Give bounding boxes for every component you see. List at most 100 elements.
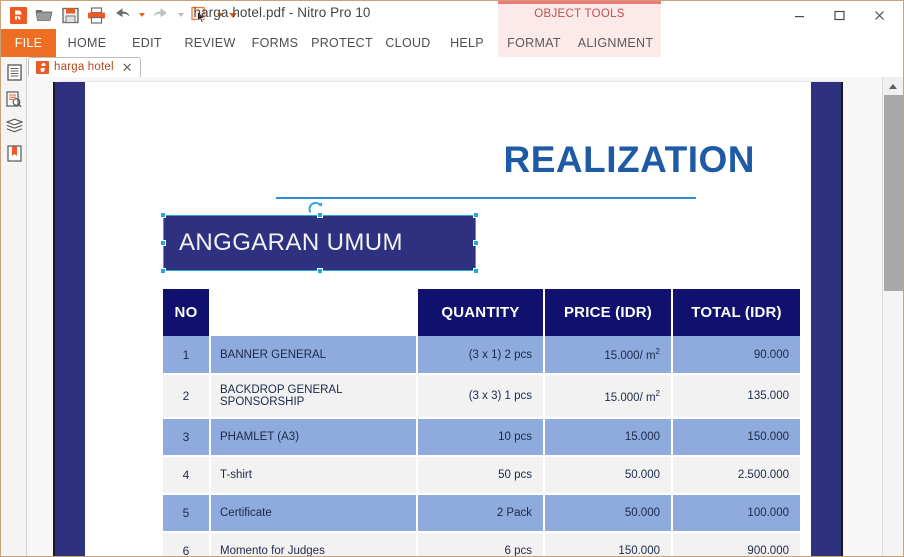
- bookmarks-panel-icon: [6, 144, 22, 162]
- cell-item: BACKDROP GENERAL SPONSORSHIP: [210, 374, 418, 419]
- tab-alignment[interactable]: ALIGNMENT: [570, 29, 661, 57]
- close-button[interactable]: [859, 2, 899, 28]
- table-row: 2 BACKDROP GENERAL SPONSORSHIP (3 x 3) 1…: [163, 374, 800, 419]
- tab-home[interactable]: HOME: [56, 29, 118, 57]
- resize-handle-ne[interactable]: [473, 212, 479, 218]
- page-frame-right: [811, 82, 841, 556]
- select-tool-icon[interactable]: [187, 3, 213, 27]
- cell-total: 135.000: [672, 374, 800, 419]
- nitro-pro-window: harga hotel.pdf - Nitro Pro 10 OBJECT TO…: [0, 0, 904, 557]
- cell-item: T-shirt: [210, 456, 418, 495]
- cell-total: 90.000: [672, 336, 800, 375]
- cell-price-text: 15.000/ m: [604, 391, 656, 404]
- cell-item: Momento for Judges: [210, 532, 418, 556]
- cell-price-superscript: 2: [655, 388, 660, 398]
- cell-price: 15.000/ m2: [544, 336, 673, 375]
- navigation-rail: [1, 57, 27, 556]
- resize-handle-w[interactable]: [160, 240, 166, 246]
- title-underline: [276, 197, 696, 199]
- resize-handle-e[interactable]: [473, 240, 479, 246]
- undo-icon[interactable]: [109, 3, 135, 27]
- cell-quantity: (3 x 1) 2 pcs: [417, 336, 545, 375]
- tab-edit[interactable]: EDIT: [118, 29, 176, 57]
- resize-handle-sw[interactable]: [160, 268, 166, 274]
- scrollbar-thumb[interactable]: [884, 95, 903, 291]
- tab-protect[interactable]: PROTECT: [306, 29, 378, 57]
- pdf-file-icon: [36, 60, 49, 74]
- cell-total: 100.000: [672, 494, 800, 533]
- tab-help[interactable]: HELP: [438, 29, 496, 57]
- close-icon[interactable]: ✕: [122, 61, 133, 74]
- cell-quantity: 50 pcs: [417, 456, 545, 495]
- context-group-label: OBJECT TOOLS: [534, 8, 625, 20]
- tab-file[interactable]: FILE: [1, 29, 56, 57]
- column-header-quantity: QUANTITY: [417, 289, 545, 336]
- page-frame-edge-right: [841, 82, 843, 556]
- redo-icon[interactable]: [148, 3, 174, 27]
- table-body: 1 BANNER GENERAL (3 x 1) 2 pcs 15.000/ m…: [163, 336, 800, 556]
- cell-item: Certificate: [210, 494, 418, 533]
- resize-handle-se[interactable]: [473, 268, 479, 274]
- tab-review[interactable]: REVIEW: [176, 29, 244, 57]
- save-icon[interactable]: [57, 3, 83, 27]
- cell-price: 50.000: [544, 494, 673, 533]
- table-row: 5 Certificate 2 Pack 50.000 100.000: [163, 494, 800, 533]
- quick-access-toolbar: [5, 3, 239, 27]
- selected-text-box[interactable]: ANGGARAN UMUM: [160, 212, 479, 274]
- cell-no: 6: [163, 532, 211, 556]
- table-row: 1 BANNER GENERAL (3 x 1) 2 pcs 15.000/ m…: [163, 336, 800, 375]
- column-header-total: TOTAL (IDR): [672, 289, 800, 336]
- cell-quantity: 6 pcs: [417, 532, 545, 556]
- cell-total: 2.500.000: [672, 456, 800, 495]
- document-viewer: REALIZATION ANGGARAN UMUM NO QUANTITY PR…: [27, 77, 882, 556]
- page-title: REALIZATION: [503, 139, 755, 180]
- nitro-logo-icon[interactable]: [5, 3, 31, 27]
- cell-quantity: (3 x 3) 1 pcs: [417, 374, 545, 419]
- sidebar-item-pages[interactable]: [1, 60, 27, 84]
- maximize-button[interactable]: [819, 2, 859, 28]
- chevron-up-icon: [889, 83, 897, 89]
- document-tab-strip: harga hotel ✕: [1, 57, 903, 78]
- sidebar-item-review[interactable]: [1, 87, 27, 111]
- table-row: 6 Momento for Judges 6 pcs 150.000 900.0…: [163, 532, 800, 556]
- cell-price: 50.000: [544, 456, 673, 495]
- cell-item: BANNER GENERAL: [210, 336, 418, 375]
- cell-no: 4: [163, 456, 211, 495]
- review-panel-icon: [6, 90, 22, 107]
- ribbon-main-tabs: FILE HOME EDIT REVIEW FORMS PROTECT CLOU…: [1, 29, 496, 57]
- cell-price: 15.000: [544, 418, 673, 457]
- cell-no: 5: [163, 494, 211, 533]
- object-tools-tabs: FORMAT ALIGNMENT: [498, 29, 661, 57]
- tab-forms[interactable]: FORMS: [244, 29, 306, 57]
- page-frame-left: [55, 82, 85, 556]
- tab-format[interactable]: FORMAT: [498, 29, 570, 57]
- resize-handle-nw[interactable]: [160, 212, 166, 218]
- cell-item: PHAMLET (A3): [210, 418, 418, 457]
- title-bar: harga hotel.pdf - Nitro Pro 10 OBJECT TO…: [1, 1, 903, 29]
- scroll-up-button[interactable]: [883, 77, 903, 95]
- selected-box-text: ANGGARAN UMUM: [179, 229, 403, 256]
- redo-dropdown-icon[interactable]: [174, 3, 187, 27]
- table-row: 3 PHAMLET (A3) 10 pcs 15.000 150.000: [163, 418, 800, 457]
- cell-price: 15.000/ m2: [544, 374, 673, 419]
- cell-total: 150.000: [672, 418, 800, 457]
- print-icon[interactable]: [83, 3, 109, 27]
- slide-content: REALIZATION ANGGARAN UMUM NO QUANTITY PR…: [85, 82, 811, 556]
- resize-handle-s[interactable]: [316, 268, 323, 274]
- resize-handle-n[interactable]: [316, 212, 323, 218]
- sidebar-item-layers[interactable]: [1, 114, 27, 138]
- select-tool-dropdown-icon[interactable]: [213, 3, 226, 27]
- context-group-accent-bar: [498, 1, 661, 4]
- pages-panel-icon: [6, 63, 22, 81]
- customize-qat-icon[interactable]: [226, 3, 239, 27]
- tab-cloud[interactable]: CLOUD: [378, 29, 438, 57]
- budget-table: NO QUANTITY PRICE (IDR) TOTAL (IDR) 1 BA…: [163, 289, 800, 556]
- vertical-scrollbar[interactable]: [882, 77, 903, 556]
- sidebar-item-bookmarks[interactable]: [1, 141, 27, 165]
- open-icon[interactable]: [31, 3, 57, 27]
- undo-dropdown-icon[interactable]: [135, 3, 148, 27]
- document-tab-harga-hotel[interactable]: harga hotel ✕: [28, 57, 141, 77]
- object-tools-context-group: OBJECT TOOLS: [498, 1, 661, 29]
- cell-price-superscript: 2: [655, 347, 660, 357]
- minimize-button[interactable]: [779, 2, 819, 28]
